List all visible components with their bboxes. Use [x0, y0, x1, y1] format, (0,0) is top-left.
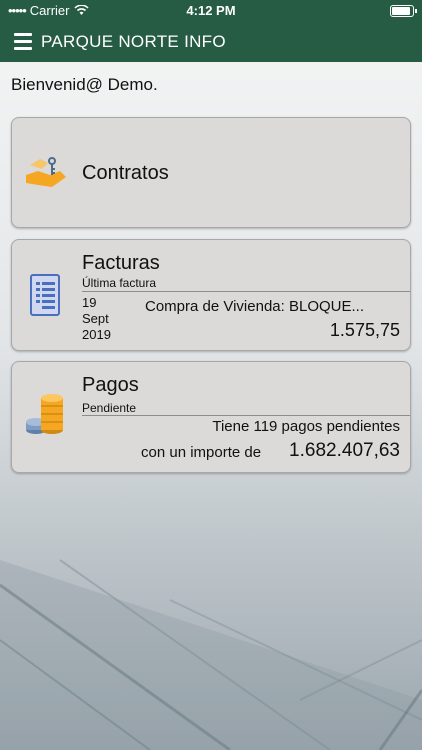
facturas-subtitle: Última factura — [82, 276, 157, 290]
pending-amount-label: con un importe de — [141, 444, 262, 461]
invoice-document-icon — [30, 274, 60, 316]
invoice-amount: 1.575,75 — [329, 320, 400, 340]
invoice-day: 19 — [82, 295, 97, 310]
hamburger-icon[interactable] — [14, 33, 32, 50]
status-time: 4:12 PM — [186, 3, 236, 18]
invoice-year: 2019 — [82, 327, 111, 342]
contratos-card[interactable]: Contratos — [11, 117, 411, 228]
pagos-title: Pagos — [82, 374, 139, 396]
handshake-keys-icon — [26, 157, 66, 187]
contratos-title: Contratos — [82, 162, 169, 184]
nav-bar: PARQUE NORTE INFO — [0, 22, 422, 62]
battery-icon — [390, 5, 417, 17]
coins-stack-icon — [26, 394, 63, 434]
facturas-divider — [82, 291, 410, 292]
pending-payments-text: Tiene 119 pagos pendientes — [212, 418, 400, 435]
status-bar: ••••• Carrier 4:12 PM — [0, 0, 422, 22]
invoice-concept: Compra de Vivienda: BLOQUE... — [145, 298, 364, 315]
app-title: PARQUE NORTE INFO — [41, 32, 226, 51]
pagos-divider — [82, 415, 410, 416]
welcome-text: Bienvenid@ Demo. — [11, 75, 158, 94]
invoice-month: Sept — [82, 311, 109, 326]
facturas-card[interactable]: Facturas Última factura 19 Sept 2019 Com… — [11, 239, 411, 351]
pagos-card[interactable]: Pagos Pendiente Tiene 119 pagos pendient… — [11, 361, 411, 473]
pagos-subtitle: Pendiente — [82, 401, 137, 415]
pending-amount-value: 1.682.407,63 — [289, 440, 400, 461]
facturas-title: Facturas — [82, 252, 160, 274]
